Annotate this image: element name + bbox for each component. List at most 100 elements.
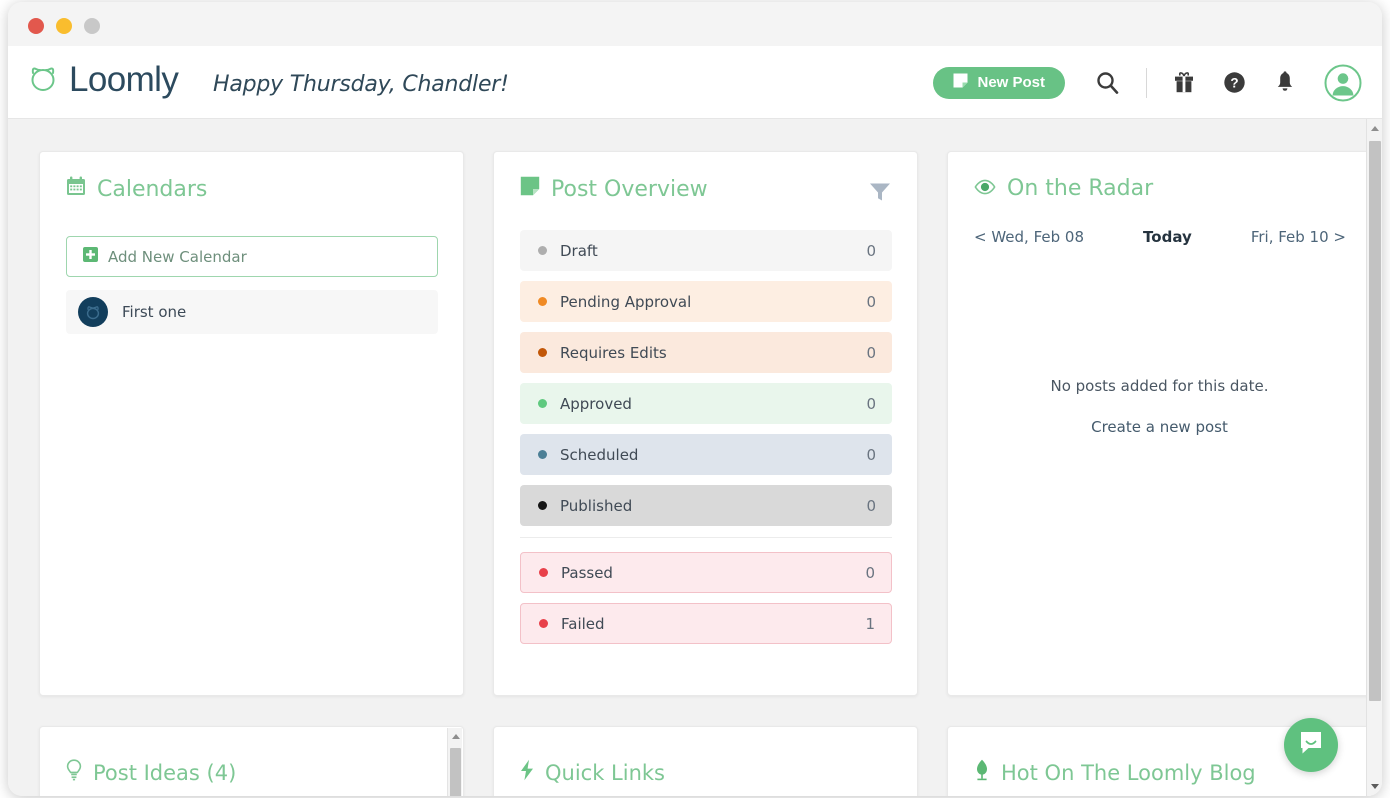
radar-next-day[interactable]: Fri, Feb 10 > — [1251, 228, 1346, 246]
status-label: Failed — [561, 614, 605, 633]
status-row[interactable]: Pending Approval 0 — [520, 281, 892, 322]
status-row[interactable]: Requires Edits 0 — [520, 332, 892, 373]
status-count: 0 — [866, 394, 876, 413]
post-ideas-scrollbar[interactable] — [447, 728, 462, 796]
post-ideas-card: Post Ideas (4) — [39, 726, 464, 796]
radar-prev-day[interactable]: < Wed, Feb 08 — [974, 228, 1084, 246]
quick-links-title: Quick Links — [545, 760, 666, 785]
eye-icon — [974, 176, 996, 201]
calendar-name: First one — [122, 303, 187, 321]
search-icon[interactable] — [1095, 70, 1120, 95]
on-the-radar-card: On the Radar < Wed, Feb 08 Today Fri, Fe… — [947, 151, 1372, 696]
blog-title: Hot On The Loomly Blog — [1001, 760, 1256, 785]
brand-logo[interactable]: Loomly — [26, 60, 179, 100]
post-overview-title: Post Overview — [551, 176, 708, 202]
add-new-calendar-button[interactable]: Add New Calendar — [66, 236, 438, 277]
flame-icon — [974, 759, 990, 786]
status-dot-icon — [538, 348, 547, 357]
status-row[interactable]: Approved 0 — [520, 383, 892, 424]
status-row[interactable]: Scheduled 0 — [520, 434, 892, 475]
radar-title: On the Radar — [1007, 176, 1154, 201]
status-label: Passed — [561, 563, 613, 582]
scroll-up-arrow-icon[interactable] — [452, 734, 460, 739]
header-divider — [1146, 67, 1147, 98]
status-label: Draft — [560, 241, 598, 260]
filter-funnel-icon[interactable] — [869, 182, 891, 207]
new-post-label: New Post — [977, 74, 1045, 91]
brand-name: Loomly — [69, 60, 179, 99]
status-dot-icon — [539, 568, 548, 577]
list-item[interactable]: First one — [66, 290, 438, 334]
bell-icon[interactable] — [1274, 71, 1296, 94]
status-row[interactable]: Published 0 — [520, 485, 892, 526]
calendar-list: First one — [66, 290, 438, 334]
calendars-card-header: Calendars — [40, 152, 463, 202]
new-post-button[interactable]: New Post — [933, 66, 1065, 99]
calendars-card: Calendars Add New Calendar First one — [39, 151, 464, 696]
status-row[interactable]: Passed 0 — [520, 552, 892, 593]
status-row[interactable]: Failed 1 — [520, 603, 892, 644]
radar-date-nav: < Wed, Feb 08 Today Fri, Feb 10 > — [974, 228, 1346, 246]
status-count: 0 — [866, 292, 876, 311]
status-count: 0 — [866, 445, 876, 464]
header-actions: New Post ? — [933, 46, 1362, 119]
post-ideas-card-header: Post Ideas (4) — [40, 727, 463, 786]
status-label: Scheduled — [560, 445, 639, 464]
intercom-chat-icon — [1298, 730, 1324, 761]
sticky-note-icon — [520, 176, 540, 202]
calendars-title: Calendars — [97, 176, 208, 202]
window-close-button[interactable] — [28, 18, 44, 34]
scroll-down-arrow-icon[interactable] — [1371, 784, 1379, 789]
radar-today[interactable]: Today — [1143, 228, 1192, 246]
page-scrollbar-thumb[interactable] — [1369, 141, 1381, 701]
lightbulb-icon — [66, 759, 82, 786]
radar-empty-state: No posts added for this date. Create a n… — [948, 377, 1371, 436]
radar-card-header: On the Radar — [948, 152, 1371, 201]
post-ideas-title: Post Ideas (4) — [93, 760, 237, 785]
post-status-list: Draft 0 Pending Approval 0 Requires Edits 0 Ap… — [520, 230, 892, 654]
calendar-icon — [66, 176, 86, 202]
loomly-avatar-icon — [78, 297, 108, 327]
help-icon[interactable]: ? — [1223, 71, 1246, 94]
status-label: Published — [560, 496, 633, 515]
window-maximize-button[interactable] — [84, 18, 100, 34]
scrollbar-thumb[interactable] — [450, 748, 461, 796]
status-count: 0 — [865, 563, 875, 582]
status-label: Requires Edits — [560, 343, 667, 362]
gift-icon[interactable] — [1173, 71, 1195, 94]
browser-window: Loomly Happy Thursday, Chandler! New Pos… — [8, 2, 1382, 796]
quick-links-card: Quick Links — [493, 726, 918, 796]
status-dot-icon — [538, 297, 547, 306]
status-dot-icon — [538, 450, 547, 459]
scroll-up-arrow-icon[interactable] — [1371, 126, 1379, 131]
status-label: Approved — [560, 394, 632, 413]
status-count: 1 — [865, 614, 875, 633]
status-divider — [520, 537, 892, 538]
plus-square-icon — [83, 247, 98, 266]
status-dot-icon — [539, 619, 548, 628]
loomly-logo-icon — [26, 61, 60, 100]
status-count: 0 — [866, 241, 876, 260]
avatar[interactable] — [1324, 64, 1362, 102]
bolt-icon — [520, 759, 534, 786]
dashboard-content: Calendars Add New Calendar First one Pos… — [8, 119, 1382, 796]
status-count: 0 — [866, 496, 876, 515]
radar-create-post-link[interactable]: Create a new post — [948, 418, 1371, 436]
window-titlebar — [8, 2, 1382, 46]
status-dot-icon — [538, 399, 547, 408]
page-scrollbar[interactable] — [1366, 119, 1382, 796]
quick-links-card-header: Quick Links — [494, 727, 917, 786]
dashboard-grid: Calendars Add New Calendar First one Pos… — [25, 151, 1372, 796]
window-minimize-button[interactable] — [56, 18, 72, 34]
note-icon — [953, 73, 968, 92]
status-row[interactable]: Draft 0 — [520, 230, 892, 271]
status-label: Pending Approval — [560, 292, 692, 311]
status-dot-icon — [538, 501, 547, 510]
post-overview-card-header: Post Overview — [494, 152, 917, 202]
app-header: Loomly Happy Thursday, Chandler! New Pos… — [8, 46, 1382, 119]
add-new-calendar-label: Add New Calendar — [108, 247, 247, 266]
status-dot-icon — [538, 246, 547, 255]
status-count: 0 — [866, 343, 876, 362]
greeting-text: Happy Thursday, Chandler! — [213, 72, 509, 97]
intercom-chat-button[interactable] — [1284, 718, 1338, 772]
